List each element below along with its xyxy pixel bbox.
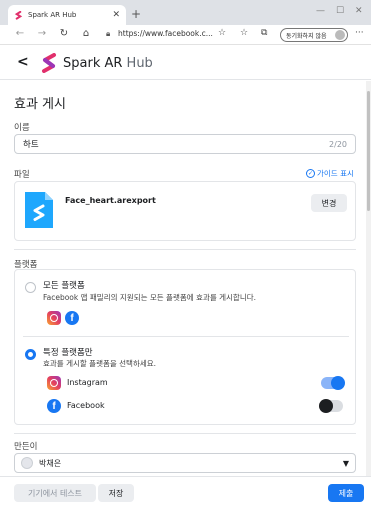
close-tab-icon[interactable]: ✕ [112,10,120,20]
save-button[interactable]: 저장 [98,484,134,502]
refresh-icon[interactable]: ↻ [56,28,72,39]
favorite-star-icon[interactable]: ☆ [218,28,226,38]
specific-platforms-radio[interactable] [25,349,36,360]
toggle-knob [331,376,345,390]
toggle-knob [319,399,333,413]
effect-name-input[interactable]: 하트 2/20 [14,134,356,154]
change-file-button[interactable]: 변경 [311,194,347,212]
effect-name-value: 하트 [23,140,39,150]
creator-name: 박채은 [39,458,62,468]
file-name: Face_heart.arexport [65,196,156,205]
section-divider [14,433,356,434]
platform-facebook-label: Facebook [67,401,105,410]
facebook-icon: f [47,399,61,413]
favorites-list-icon[interactable]: ☆ [240,28,248,38]
page-scrollbar[interactable] [366,81,371,476]
forward-arrow-icon[interactable]: → [34,28,50,39]
new-tab-icon[interactable]: + [131,8,141,20]
brand-name: Spark AR Hub [63,56,153,71]
specific-platforms-desc: 효과를 게시할 플랫폼을 선택하세요. [43,359,157,368]
platform-options: 모든 플랫폼 Facebook 앱 패밀리의 지원되는 모든 플랫폼에 효과를 … [14,269,356,425]
collections-icon[interactable]: ⧉ [261,28,267,38]
app-header: < Spark AR Hub [0,46,371,80]
creator-select[interactable]: 박채은 ▼ [14,453,356,473]
submit-button[interactable]: 제출 [328,484,364,502]
profile-avatar [335,30,345,40]
section-divider [14,249,356,250]
instagram-toggle[interactable] [321,376,345,390]
specific-platforms-title: 특정 플랫폼만 [43,348,93,358]
creator-label: 만든이 [14,442,38,452]
option-divider [23,336,349,337]
all-platforms-title: 모든 플랫폼 [43,281,85,291]
scrollbar-thumb[interactable] [367,91,370,211]
profile-sync-button[interactable]: 동기화하지 않음 [280,28,348,42]
facebook-toggle[interactable] [319,399,343,413]
back-arrow-icon[interactable]: ← [12,28,28,39]
platform-instagram-label: Instagram [67,378,108,387]
form-footer: 기기에서 테스트 저장 제출 [0,476,371,505]
minimize-icon[interactable]: — [316,6,325,16]
file-label: 파일 [14,170,30,180]
spark-ar-favicon-icon [14,10,23,20]
brand-sub: Hub [122,56,153,71]
instagram-icon [47,376,61,390]
home-icon[interactable]: ⌂ [78,28,94,39]
guide-link-text: 가이드 표시 [317,169,354,178]
more-menu-icon[interactable]: ··· [355,28,364,38]
browser-address-bar: ← → ↻ ⌂ 🔒︎ https://www.facebook.c... ☆ ☆… [0,25,371,45]
browser-tab-title: Spark AR Hub [28,11,77,19]
facebook-icon: f [65,311,79,325]
window-close-icon[interactable]: ✕ [355,6,363,16]
show-guide-link[interactable]: ✓ 가이드 표시 [306,168,354,179]
all-platforms-desc: Facebook 앱 패밀리의 지원되는 모든 플랫폼에 효과를 게시합니다. [43,293,257,302]
spark-ar-logo-icon [42,53,56,73]
instagram-icon [47,311,61,325]
test-on-device-button[interactable]: 기기에서 테스트 [14,484,96,502]
browser-tab[interactable]: Spark AR Hub ✕ [8,5,126,25]
caret-down-icon: ▼ [342,458,349,468]
brand-main: Spark AR [63,56,123,71]
back-chevron-icon[interactable]: < [17,54,29,70]
publish-form: 효과 게시 이름 하트 2/20 파일 ✓ 가이드 표시 Face_heart.… [0,81,366,476]
browser-tab-bar: Spark AR Hub ✕ + — ☐ ✕ [0,0,371,25]
char-counter: 2/20 [329,139,347,149]
creator-avatar [21,457,33,469]
sync-label: 동기화하지 않음 [286,32,327,40]
page-title: 효과 게시 [14,97,66,112]
check-circle-icon: ✓ [306,169,315,178]
file-card: Face_heart.arexport 변경 [14,181,356,241]
lock-icon: 🔒︎ [106,29,111,38]
arexport-file-icon [25,192,53,228]
name-label: 이름 [14,123,30,133]
url-text[interactable]: https://www.facebook.c... [118,29,213,38]
maximize-icon[interactable]: ☐ [336,6,344,16]
all-platforms-radio[interactable] [25,282,36,293]
